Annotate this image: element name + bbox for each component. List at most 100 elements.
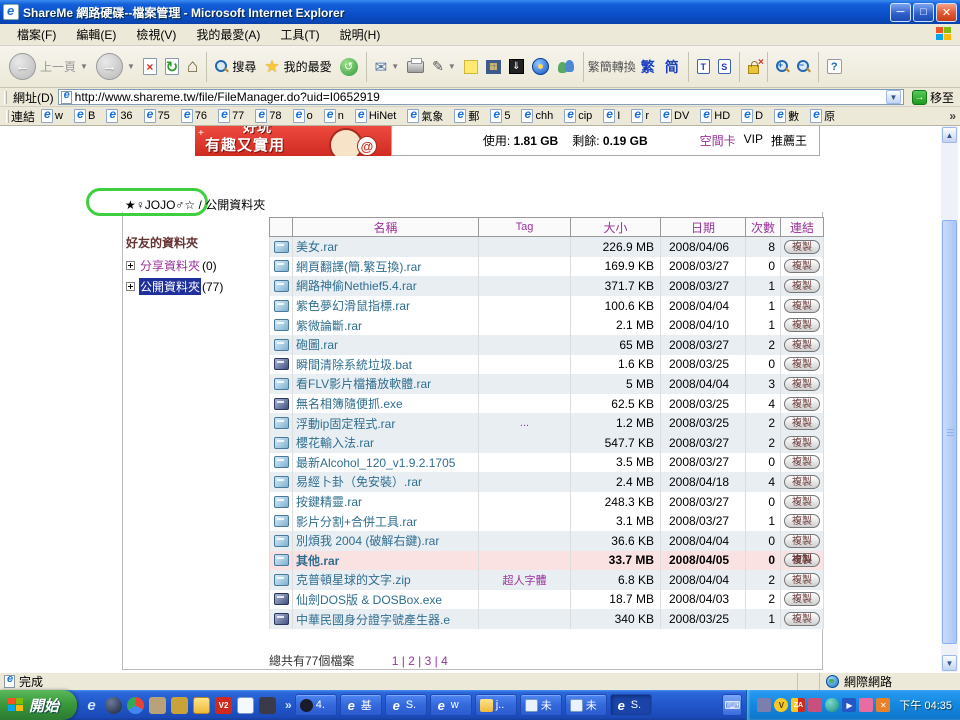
home-button[interactable]: ⌂ bbox=[183, 53, 202, 81]
forward-dropdown-icon[interactable]: ▼ bbox=[127, 62, 135, 71]
stop-button[interactable]: × bbox=[139, 55, 161, 78]
link-shortcut[interactable]: 36 bbox=[106, 109, 132, 123]
link-shortcut[interactable]: DV bbox=[660, 109, 689, 123]
task-button[interactable]: 未 bbox=[565, 694, 607, 716]
file-name-link[interactable]: 克普頓星球的文字.zip bbox=[296, 571, 411, 588]
task-button[interactable]: j.. bbox=[475, 694, 517, 716]
usage-link[interactable]: 推薦王 bbox=[771, 132, 807, 149]
copy-button[interactable]: 複製 bbox=[784, 612, 820, 626]
file-name-link[interactable]: 無名相簿隨便抓.exe bbox=[296, 395, 403, 412]
file-name-link[interactable]: 櫻花輸入法.rar bbox=[296, 434, 374, 451]
copy-button[interactable]: 複製 bbox=[784, 338, 820, 352]
edit-button[interactable]: ✎▼ bbox=[428, 55, 460, 78]
file-name-link[interactable]: 按鍵精靈.rar bbox=[296, 493, 362, 510]
tree-folder-item[interactable]: 公開資料夾 (77) bbox=[126, 278, 266, 295]
clipboard-t-button[interactable]: T bbox=[693, 56, 714, 77]
copy-button[interactable]: 複製 bbox=[784, 259, 820, 273]
messenger-button[interactable] bbox=[553, 57, 579, 77]
file-name-link[interactable]: 易經卜卦（免安裝）.rar bbox=[296, 473, 422, 490]
pink-tool-tray-icon[interactable] bbox=[859, 698, 873, 712]
quicklaunch-overflow-chevron[interactable]: » bbox=[285, 698, 292, 712]
notes-button[interactable] bbox=[460, 57, 482, 77]
menu-item[interactable]: 檢視(V) bbox=[127, 24, 185, 45]
copy-button[interactable]: 複製 bbox=[784, 475, 820, 489]
toolbar-grip[interactable] bbox=[4, 91, 7, 104]
menu-item[interactable]: 我的最愛(A) bbox=[187, 24, 269, 45]
link-shortcut[interactable]: 78 bbox=[255, 109, 281, 123]
go-button[interactable]: → 移至 bbox=[908, 89, 958, 106]
zonealarm-tray-icon[interactable]: ZA bbox=[791, 698, 805, 712]
breadcrumb-folder[interactable]: 公開資料夾 bbox=[205, 198, 265, 212]
task-button[interactable]: e 基 bbox=[340, 694, 382, 716]
links-grip[interactable] bbox=[6, 110, 9, 123]
link-shortcut[interactable]: n bbox=[324, 109, 344, 123]
file-name-link[interactable]: 其他.rar bbox=[296, 552, 339, 569]
task-button[interactable]: e S. bbox=[610, 694, 652, 716]
media-player-tray-icon[interactable]: ▶ bbox=[842, 698, 856, 712]
camera-quicklaunch-icon[interactable] bbox=[149, 697, 166, 714]
close-x-tray-icon[interactable]: ✕ bbox=[876, 698, 890, 712]
link-shortcut[interactable]: B bbox=[74, 109, 95, 123]
forward-button[interactable]: → ▼ bbox=[92, 50, 139, 83]
menu-item[interactable]: 檔案(F) bbox=[8, 24, 65, 45]
folder-quicklaunch-icon[interactable] bbox=[193, 697, 210, 714]
to-traditional-button[interactable]: 繁 bbox=[636, 55, 660, 79]
globe-quicklaunch-icon[interactable] bbox=[105, 697, 122, 714]
file-name-link[interactable]: 浮動ip固定程式.rar bbox=[296, 415, 395, 432]
menu-item[interactable]: 說明(H) bbox=[331, 24, 390, 45]
breadcrumb-user[interactable]: ★♀JOJO♂☆ bbox=[125, 198, 195, 212]
link-shortcut[interactable]: chh bbox=[521, 109, 553, 123]
sphere-tray-icon[interactable] bbox=[825, 698, 839, 712]
copy-button[interactable]: 複製 bbox=[784, 416, 820, 430]
url-text[interactable]: http://www.shareme.tw/file/FileManager.d… bbox=[75, 90, 883, 104]
expand-plus-icon[interactable] bbox=[126, 261, 135, 270]
page-links[interactable]: 1 | 2 | 3 | 4 bbox=[392, 654, 448, 668]
document-quicklaunch-icon[interactable] bbox=[237, 697, 254, 714]
link-shortcut[interactable]: HD bbox=[700, 109, 730, 123]
mail-button[interactable]: ✉▼ bbox=[371, 55, 404, 79]
link-shortcut[interactable]: 原 bbox=[810, 108, 835, 124]
copy-button[interactable]: 複製 bbox=[784, 455, 820, 469]
copy-button[interactable]: 複製 bbox=[784, 534, 820, 548]
taskbar-clock[interactable]: 下午 04:35 bbox=[899, 697, 952, 713]
link-shortcut[interactable]: 郵 bbox=[454, 108, 479, 124]
chrome-quicklaunch-icon[interactable] bbox=[127, 697, 144, 714]
copy-button[interactable]: 複製 bbox=[784, 240, 820, 254]
file-name-link[interactable]: 中華民國身分證字號產生器.e bbox=[296, 611, 450, 628]
header-date[interactable]: 日期 bbox=[661, 218, 746, 236]
copy-button[interactable]: 複製 bbox=[784, 592, 820, 606]
help-button[interactable]: ? bbox=[823, 56, 846, 77]
file-name-link[interactable]: 美女.rar bbox=[296, 238, 338, 255]
copy-button[interactable]: 複製 bbox=[784, 357, 820, 371]
start-button[interactable]: 開始 bbox=[0, 690, 77, 720]
to-simplified-button[interactable]: 简 bbox=[660, 55, 684, 79]
file-name-link[interactable]: 砲圖.rar bbox=[296, 336, 338, 353]
history-button[interactable]: ↺ bbox=[336, 55, 362, 79]
url-input[interactable]: http://www.shareme.tw/file/FileManager.d… bbox=[58, 89, 904, 105]
file-name-link[interactable]: 影片分割+合併工具.rar bbox=[296, 513, 417, 530]
copy-button[interactable]: 複製 bbox=[784, 553, 820, 567]
header-size[interactable]: 大小 bbox=[571, 218, 661, 236]
link-shortcut[interactable]: 75 bbox=[144, 109, 170, 123]
task-button[interactable]: e S. bbox=[385, 694, 427, 716]
ie-quicklaunch-icon[interactable]: e bbox=[83, 697, 100, 714]
file-name-link[interactable]: 別煩我 2004 (破解右鍵).rar bbox=[296, 532, 439, 549]
print-button[interactable] bbox=[403, 58, 428, 76]
link-shortcut[interactable]: 數 bbox=[774, 108, 799, 124]
link-shortcut[interactable]: HiNet bbox=[355, 109, 397, 123]
file-name-link[interactable]: 網頁翻譯(簡.繁互換).rar bbox=[296, 258, 421, 275]
link-shortcut[interactable]: 5 bbox=[490, 109, 510, 123]
zoom-in-button[interactable]: + bbox=[772, 57, 793, 76]
close-button[interactable]: ✕ bbox=[936, 3, 957, 22]
usage-link[interactable]: 空間卡 bbox=[700, 132, 736, 149]
download-manager-button[interactable]: ⇓ bbox=[505, 56, 528, 77]
copy-button[interactable]: 複製 bbox=[784, 377, 820, 391]
hand-quicklaunch-icon[interactable] bbox=[171, 697, 188, 714]
task-button[interactable]: 未 bbox=[520, 694, 562, 716]
link-shortcut[interactable]: w bbox=[41, 109, 63, 123]
file-name-link[interactable]: 最新Alcohol_120_v1.9.2.1705 bbox=[296, 454, 455, 471]
copy-button[interactable]: 複製 bbox=[784, 299, 820, 313]
file-name-link[interactable]: 紫微論斷.rar bbox=[296, 317, 362, 334]
link-shortcut[interactable]: D bbox=[741, 109, 763, 123]
url-dropdown-button[interactable]: ▼ bbox=[886, 90, 901, 104]
